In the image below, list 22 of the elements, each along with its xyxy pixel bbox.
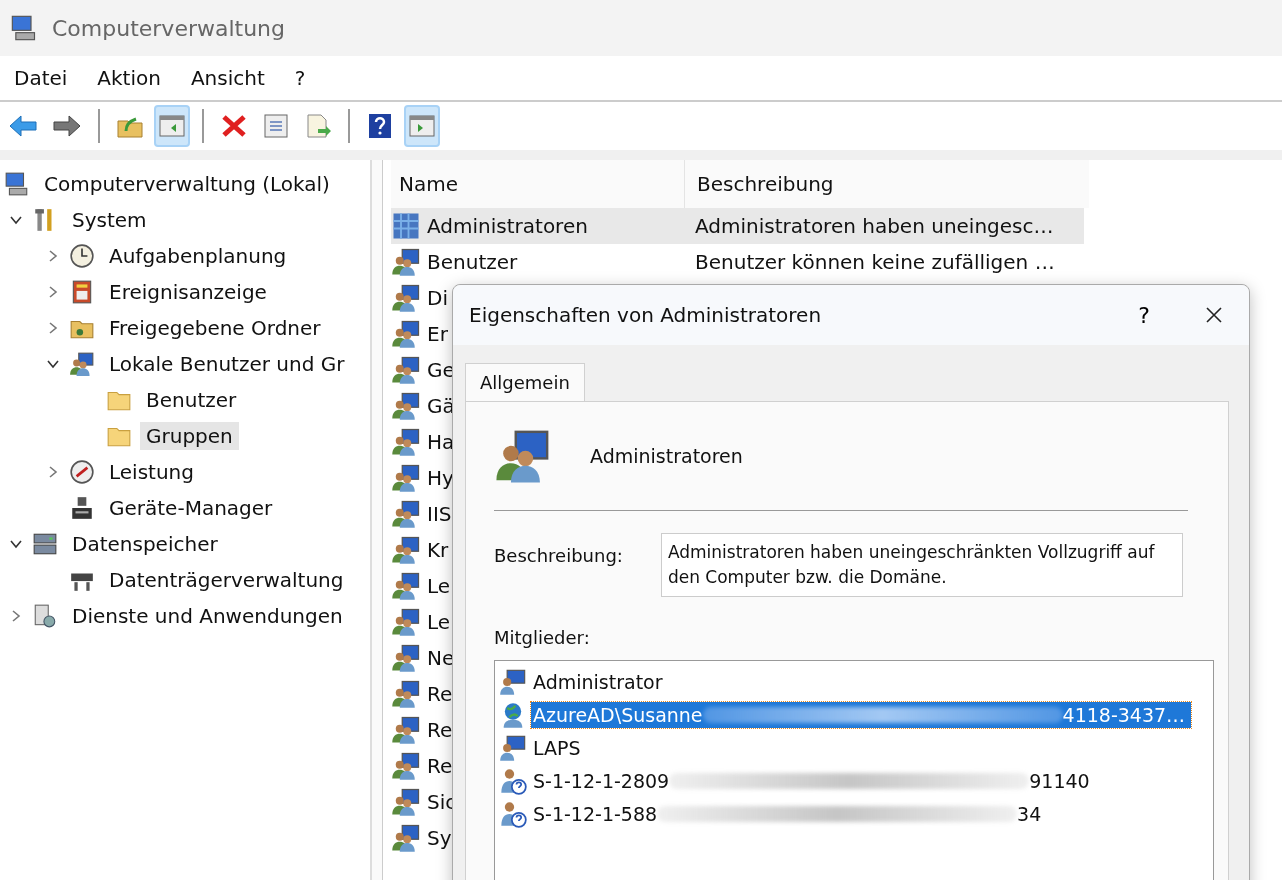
window-title: Computerverwaltung: [52, 15, 286, 41]
group-name: Le: [427, 610, 451, 634]
group-name: Di: [427, 286, 448, 310]
field-label: Mitglieder:: [494, 627, 591, 648]
group-name: Ha: [427, 430, 455, 454]
group-name: Er: [427, 322, 448, 346]
dialog-title: Eigenschaften von Administratoren: [469, 303, 823, 327]
group-name: Hy: [427, 466, 454, 490]
group-name: Sy: [427, 826, 452, 850]
group-name: Kr: [427, 538, 449, 562]
group-description: Administratoren haben uneingesc…: [694, 214, 1054, 238]
group-name: Ne: [427, 646, 455, 670]
group-name: Re: [427, 754, 453, 778]
group-name: Re: [427, 718, 453, 742]
group-name: Benutzer: [427, 250, 518, 274]
group-name: Administratoren: [427, 214, 588, 238]
group-name: Le: [427, 574, 451, 598]
group-name: IIS: [427, 502, 452, 526]
field-label: Beschreibung:: [494, 544, 623, 568]
group-description: Benutzer können keine zufälligen …: [694, 250, 1055, 274]
group-name: Re: [427, 682, 453, 706]
group-name: Administratoren: [590, 445, 743, 467]
